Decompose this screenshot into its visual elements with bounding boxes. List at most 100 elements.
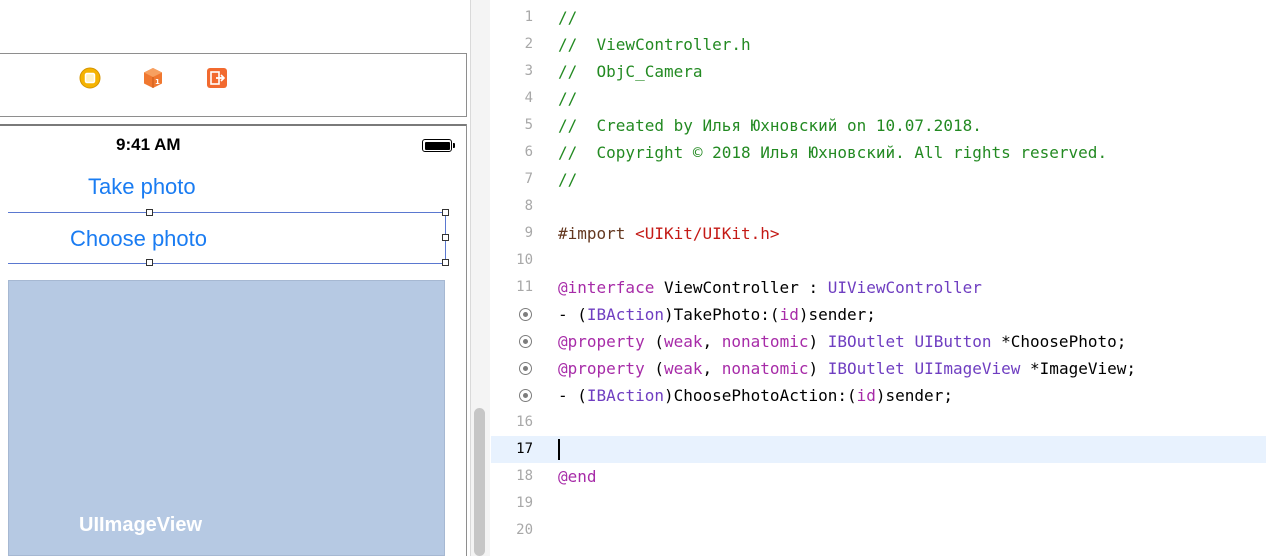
code-token: //: [558, 8, 578, 27]
outlet-connection-icon[interactable]: [519, 308, 532, 321]
line-number: 10: [516, 252, 533, 268]
view-controller-icon[interactable]: [79, 67, 101, 89]
code-text: //: [558, 85, 577, 112]
code-line[interactable]: - (IBAction)TakePhoto:(id)sender;: [491, 301, 1266, 328]
code-line[interactable]: 5 // Created by Илья Юхновский on 10.07.2…: [491, 112, 1266, 139]
code-text: #import <UIKit/UIKit.h>: [558, 220, 780, 247]
line-number: 18: [516, 468, 533, 484]
code-text: @property (weak, nonatomic) IBOutlet UIB…: [558, 328, 1126, 355]
code-token: UIImageView: [914, 359, 1021, 378]
code-line[interactable]: 10: [491, 247, 1266, 274]
exit-icon[interactable]: [206, 67, 228, 89]
code-line[interactable]: 6 // Copyright © 2018 Илья Юхновский. All…: [491, 139, 1266, 166]
image-view[interactable]: UIImageView: [8, 280, 445, 556]
dock-right-border: [466, 53, 467, 117]
line-number: 8: [524, 198, 533, 214]
resize-handle-top[interactable]: [146, 209, 153, 216]
code-token: )TakePhoto:(: [663, 305, 780, 324]
code-text: - (IBAction)ChoosePhotoAction:(id)sender…: [558, 382, 953, 409]
code-line[interactable]: 3 // ObjC_Camera: [491, 58, 1266, 85]
line-number: 1: [524, 9, 533, 25]
code-token: IBAction: [586, 305, 664, 324]
code-line[interactable]: 9 #import <UIKit/UIKit.h>: [491, 220, 1266, 247]
code-text: //: [558, 4, 577, 31]
code-token: @end: [558, 467, 597, 486]
code-token: ViewController :: [654, 278, 828, 297]
resize-handle-bottom[interactable]: [146, 259, 153, 266]
code-token: weak: [663, 332, 703, 351]
line-number: 19: [516, 495, 533, 511]
code-token: @interface: [558, 278, 655, 297]
dock-bottom-border: [0, 116, 466, 117]
code-line[interactable]: 20: [491, 517, 1266, 544]
code-token: @property: [558, 332, 645, 351]
line-number: 9: [524, 225, 533, 241]
code-token: nonatomic: [721, 359, 809, 378]
code-token: //: [558, 89, 578, 108]
code-token: )sender;: [875, 386, 953, 405]
line-number: 17: [516, 441, 533, 457]
code-token: IBAction: [586, 386, 664, 405]
code-token: UIViewController: [827, 278, 982, 297]
code-token: weak: [663, 359, 703, 378]
code-text: //: [558, 166, 577, 193]
choose-photo-button[interactable]: Choose photo: [70, 226, 207, 252]
code-line[interactable]: @property (weak, nonatomic) IBOutlet UIB…: [491, 328, 1266, 355]
code-line[interactable]: - (IBAction)ChoosePhotoAction:(id)sender…: [491, 382, 1266, 409]
code-line[interactable]: 2 // ViewController.h: [491, 31, 1266, 58]
code-line[interactable]: 4 //: [491, 85, 1266, 112]
code-token: nonatomic: [721, 332, 809, 351]
code-line[interactable]: 8: [491, 193, 1266, 220]
code-text: // ViewController.h: [558, 31, 751, 58]
line-number: 2: [524, 36, 533, 52]
code-line[interactable]: 19: [491, 490, 1266, 517]
selection-frame-bottom: [8, 263, 446, 264]
code-token: (: [644, 359, 664, 378]
selection-frame-top: [8, 212, 446, 213]
code-token: //: [558, 170, 578, 189]
take-photo-button[interactable]: Take photo: [88, 174, 196, 200]
code-token: ,: [702, 332, 722, 351]
line-number: 16: [516, 414, 533, 430]
code-token: (: [644, 332, 664, 351]
code-line[interactable]: 7 //: [491, 166, 1266, 193]
code-token: IBOutlet: [827, 359, 905, 378]
code-line[interactable]: @property (weak, nonatomic) IBOutlet UII…: [491, 355, 1266, 382]
code-token: )sender;: [798, 305, 876, 324]
status-bar-time: 9:41 AM: [116, 135, 181, 154]
line-number: 20: [516, 522, 533, 538]
outlet-connection-icon[interactable]: [519, 335, 532, 348]
resize-handle-top-right[interactable]: [442, 209, 449, 216]
code-text: // ObjC_Camera: [558, 58, 703, 85]
first-responder-icon[interactable]: 1: [142, 67, 164, 89]
line-number: 6: [524, 144, 533, 160]
code-token: // ViewController.h: [558, 35, 751, 54]
battery-icon: [422, 139, 455, 152]
resize-handle-bottom-right[interactable]: [442, 259, 449, 266]
code-token: - (: [558, 305, 587, 324]
image-view-label: UIImageView: [79, 514, 203, 536]
outlet-connection-icon[interactable]: [519, 389, 532, 402]
code-line[interactable]: 11 @interface ViewController : UIViewCont…: [491, 274, 1266, 301]
code-editor[interactable]: 1 // 2 // ViewController.h 3 // ObjC_Camera 4 /…: [491, 0, 1266, 556]
code-text: // Copyright © 2018 Илья Юхновский. All …: [558, 139, 1107, 166]
code-token: IBOutlet: [827, 332, 905, 351]
line-number: 4: [524, 90, 533, 106]
code-text: @interface ViewController : UIViewContro…: [558, 274, 982, 301]
code-text: - (IBAction)TakePhoto:(id)sender;: [558, 301, 876, 328]
canvas-scrollbar-thumb[interactable]: [474, 408, 485, 556]
code-line[interactable]: 18 @end: [491, 463, 1266, 490]
outlet-connection-icon[interactable]: [519, 362, 532, 375]
interface-builder-canvas: 1 9:41 AM Take photo Choose photo UIImag…: [0, 0, 470, 556]
code-line[interactable]: 17: [491, 436, 1266, 463]
code-token: *ChoosePhoto;: [991, 332, 1127, 351]
text-cursor: [558, 439, 560, 460]
line-number: 3: [524, 63, 533, 79]
code-token: <UIKit/UIKit.h>: [635, 224, 780, 243]
code-line[interactable]: 1 //: [491, 4, 1266, 31]
code-line[interactable]: 16: [491, 409, 1266, 436]
resize-handle-right[interactable]: [442, 234, 449, 241]
line-number: 5: [524, 117, 533, 133]
